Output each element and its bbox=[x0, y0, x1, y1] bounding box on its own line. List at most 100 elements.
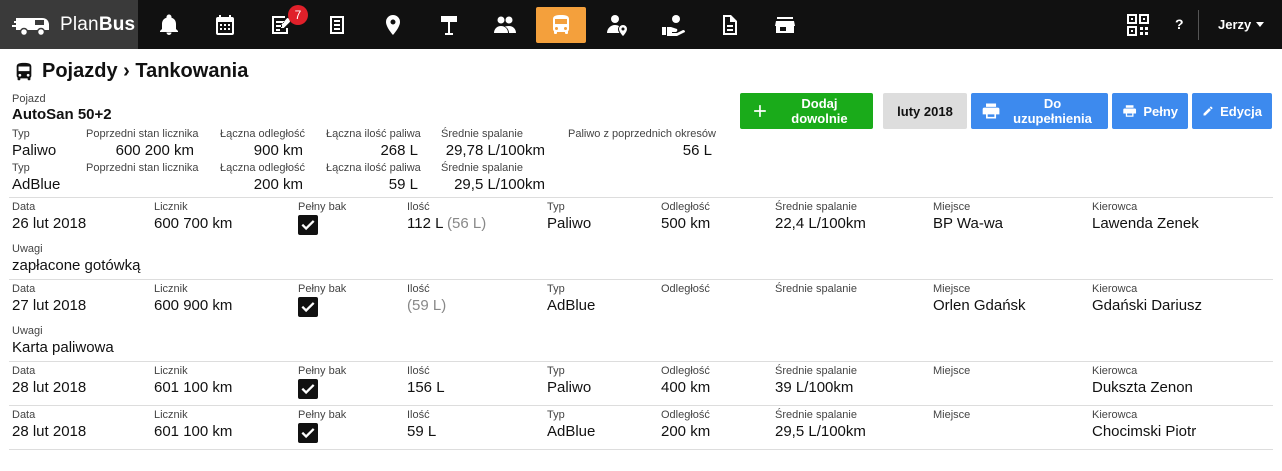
nav-report-icon[interactable] bbox=[704, 7, 754, 43]
place-label: Miejsce bbox=[933, 409, 971, 421]
caret-down-icon bbox=[1256, 22, 1265, 27]
avg-label: Średnie spalanie bbox=[775, 201, 857, 213]
type-label: Typ bbox=[547, 409, 565, 421]
nav-bus-stop-sign-icon[interactable] bbox=[424, 7, 474, 43]
summary-prev-odometer-label: Poprzedni stan licznika bbox=[86, 128, 199, 140]
bus-logo-icon bbox=[12, 17, 49, 36]
entry-place: BP Wa-wa bbox=[933, 215, 1004, 232]
nav-person-location-icon[interactable] bbox=[592, 7, 642, 43]
nav-bell-icon[interactable] bbox=[144, 7, 194, 43]
row-divider bbox=[9, 449, 1273, 450]
checkmark-icon bbox=[301, 302, 315, 313]
notes-label: Uwagi bbox=[12, 325, 43, 337]
summary-total-distance: 200 km bbox=[253, 176, 303, 193]
full-tank-label: Pełny bak bbox=[298, 409, 347, 421]
entry-odometer: 601 100 km bbox=[154, 423, 233, 440]
entry-driver: Dukszta Zenon bbox=[1092, 379, 1193, 396]
date-label: Data bbox=[12, 201, 36, 213]
place-label: Miejsce bbox=[933, 201, 971, 213]
print-to-fill-label: Do uzupełnienia bbox=[1013, 96, 1092, 126]
plus-icon bbox=[754, 105, 766, 117]
summary-total-distance: 900 km bbox=[253, 142, 303, 159]
entry-amount-value: 59 L bbox=[407, 423, 437, 440]
nav-calendar-icon[interactable] bbox=[200, 7, 250, 43]
row-divider bbox=[9, 197, 1273, 198]
period-select-button[interactable]: luty 2018 bbox=[883, 93, 967, 129]
nav-payment-hand-icon[interactable] bbox=[648, 7, 698, 43]
summary-avg-label: Średnie spalanie bbox=[441, 162, 523, 174]
summary-total-fuel: 268 L bbox=[380, 142, 418, 159]
checkmark-icon bbox=[301, 428, 315, 439]
summary-prev-periods-label: Paliwo z poprzednich okresów bbox=[568, 128, 716, 140]
vehicle-name: AutoSan 50+2 bbox=[12, 106, 112, 123]
user-menu[interactable]: Jerzy bbox=[1218, 17, 1265, 32]
top-navbar: PlanBus 7 ? Jerzy bbox=[0, 0, 1282, 49]
print-full-button[interactable]: Pełny bbox=[1112, 93, 1188, 129]
help-button[interactable]: ? bbox=[1175, 16, 1184, 32]
summary-total-distance-label: Łączna odległość bbox=[220, 128, 306, 140]
entry-place: Orlen Gdańsk bbox=[933, 297, 1026, 314]
entry-amount-value: 156 L bbox=[407, 379, 445, 396]
driver-label: Kierowca bbox=[1092, 365, 1138, 377]
summary-total-fuel-label: Łączna ilość paliwa bbox=[326, 128, 421, 140]
distance-label: Odległość bbox=[661, 409, 710, 421]
amount-label: Ilość bbox=[407, 201, 430, 213]
driver-label: Kierowca bbox=[1092, 201, 1138, 213]
checkmark-icon bbox=[301, 220, 315, 231]
notifications-badge: 7 bbox=[288, 5, 308, 25]
type-label: Typ bbox=[547, 201, 565, 213]
entry-type: Paliwo bbox=[547, 215, 592, 232]
page-title: Pojazdy › Tankowania bbox=[13, 60, 248, 83]
nav-people-icon[interactable] bbox=[480, 7, 530, 43]
summary-type: AdBlue bbox=[12, 176, 61, 193]
entry-date: 28 lut 2018 bbox=[12, 423, 87, 440]
full-tank-checkbox[interactable] bbox=[298, 297, 318, 317]
add-refuel-button[interactable]: Dodaj dowolnie bbox=[740, 93, 873, 129]
entry-driver: Lawenda Zenek bbox=[1092, 215, 1199, 232]
entry-date: 27 lut 2018 bbox=[12, 297, 87, 314]
summary-prev-odometer-label: Poprzedni stan licznika bbox=[86, 162, 199, 174]
odometer-label: Licznik bbox=[154, 283, 188, 295]
row-divider bbox=[9, 279, 1273, 280]
distance-label: Odległość bbox=[661, 365, 710, 377]
entry-amount: 112 L (56 L) bbox=[407, 215, 486, 232]
entry-distance: 400 km bbox=[661, 379, 711, 396]
full-tank-checkbox[interactable] bbox=[298, 379, 318, 399]
period-label: luty 2018 bbox=[897, 103, 953, 119]
entry-amount-value: 112 L bbox=[407, 215, 443, 232]
vehicle-label: Pojazd bbox=[12, 93, 46, 105]
edit-label: Edycja bbox=[1220, 103, 1262, 119]
full-tank-checkbox[interactable] bbox=[298, 215, 318, 235]
odometer-label: Licznik bbox=[154, 201, 188, 213]
entry-type: AdBlue bbox=[547, 297, 596, 314]
nav-store-icon[interactable] bbox=[760, 7, 810, 43]
summary-type: Paliwo bbox=[12, 142, 57, 159]
edit-button[interactable]: Edycja bbox=[1192, 93, 1272, 129]
entry-type: AdBlue bbox=[547, 423, 596, 440]
summary-type-label: Typ bbox=[12, 128, 30, 140]
summary-avg: 29,5 L/100km bbox=[454, 176, 545, 193]
entry-distance: 500 km bbox=[661, 215, 711, 232]
full-tank-label: Pełny bak bbox=[298, 365, 347, 377]
summary-avg-label: Średnie spalanie bbox=[441, 128, 523, 140]
checkmark-icon bbox=[301, 384, 315, 395]
print-full-label: Pełny bbox=[1143, 103, 1178, 119]
nav-document-icon[interactable] bbox=[312, 7, 362, 43]
amount-label: Ilość bbox=[407, 283, 430, 295]
entry-notes: Karta paliwowa bbox=[12, 339, 114, 356]
nav-bus-icon[interactable] bbox=[536, 7, 586, 43]
full-tank-checkbox[interactable] bbox=[298, 423, 318, 443]
entry-amount-extra: (59 L) bbox=[407, 297, 447, 314]
entry-odometer: 600 700 km bbox=[154, 215, 233, 232]
place-label: Miejsce bbox=[933, 365, 971, 377]
print-to-fill-button[interactable]: Do uzupełnienia bbox=[971, 93, 1108, 129]
summary-prev-periods: 56 L bbox=[682, 142, 712, 159]
date-label: Data bbox=[12, 283, 36, 295]
entry-notes: zapłacone gotówką bbox=[12, 257, 141, 274]
type-label: Typ bbox=[547, 365, 565, 377]
brand[interactable]: PlanBus bbox=[0, 0, 138, 49]
entry-amount: (59 L) bbox=[407, 297, 446, 314]
entry-driver: Chocimski Piotr bbox=[1092, 423, 1197, 440]
qr-code-icon[interactable] bbox=[1127, 14, 1149, 36]
nav-location-pin-icon[interactable] bbox=[368, 7, 418, 43]
